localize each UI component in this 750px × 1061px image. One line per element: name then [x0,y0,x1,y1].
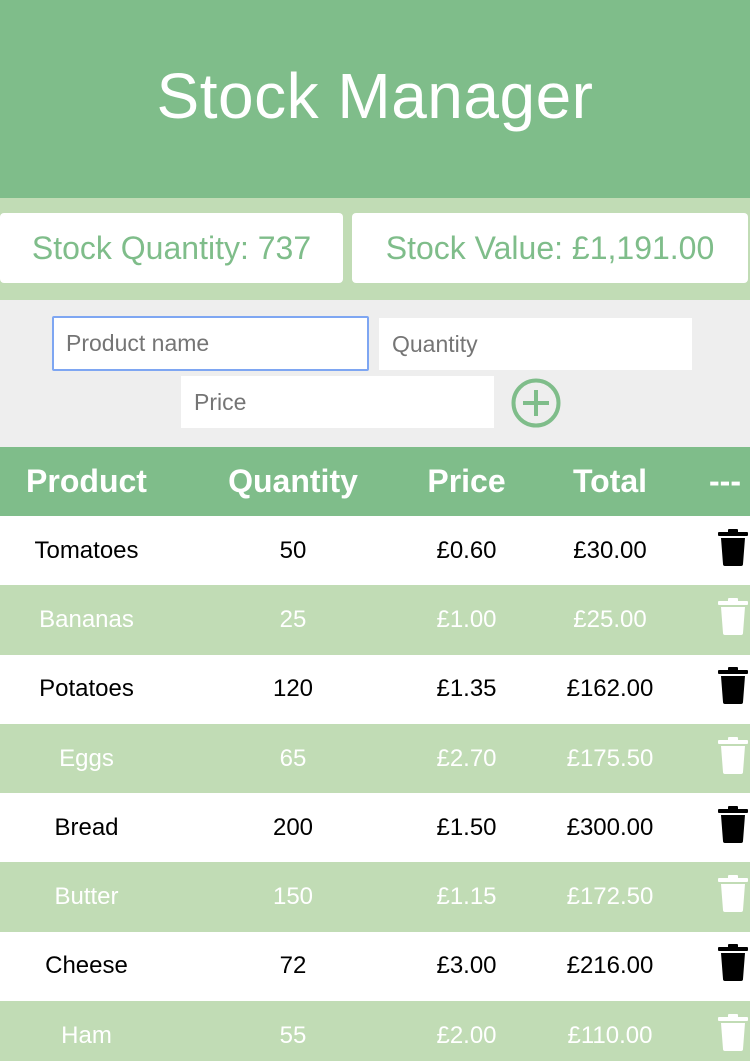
cell-product: Bananas [39,605,134,633]
product-name-input[interactable] [52,316,369,371]
cell-quantity: 55 [279,1021,307,1049]
cell-product: Ham [61,1021,112,1049]
cell-delete [700,793,750,862]
trash-icon[interactable] [718,875,748,919]
column-header-actions: --- [709,463,741,499]
stock-value-card: Stock Value: £1,191.00 [352,213,748,283]
cell-delete [700,516,750,585]
trash-icon[interactable] [718,667,748,711]
trash-icon[interactable] [718,597,748,642]
cell-price: £2.70 [436,744,497,772]
trash-icon[interactable] [718,944,748,988]
cell-price: £2.00 [436,1021,497,1049]
cell-price: £1.35 [436,675,497,703]
table-header-row: Product Quantity Price Total --- [0,447,750,516]
cell-delete [700,932,750,1001]
table-row: Ham 55 £2.00 £110.00 [0,1001,750,1061]
column-header-product: Product [26,463,147,499]
cell-delete [700,655,750,724]
cell-price: £3.00 [436,952,497,980]
add-product-form [0,300,750,447]
trash-icon[interactable] [718,528,748,573]
cell-delete [700,1001,750,1061]
cell-price: £0.60 [436,536,497,564]
table-row: Eggs 65 £2.70 £175.50 [0,723,750,794]
cell-quantity: 200 [272,813,314,841]
table-row: Bananas 25 £1.00 £25.00 [0,585,750,655]
add-product-button[interactable] [511,378,561,428]
table-row: Tomatoes 50 £0.60 £30.00 [0,516,750,586]
table-row: Cheese 72 £3.00 £216.00 [0,931,750,1002]
price-input[interactable] [181,376,494,428]
trash-icon[interactable] [718,736,748,781]
stats-bar: Stock Quantity: 737 Stock Value: £1,191.… [0,198,750,300]
cell-product: Potatoes [39,675,134,703]
cell-quantity: 72 [279,952,307,980]
page-title: Stock Manager [156,60,594,132]
plus-circle-icon [511,378,561,428]
cell-total: £30.00 [573,536,647,564]
cell-quantity: 120 [272,675,314,703]
cell-total: £25.00 [573,605,647,633]
cell-total: £300.00 [566,813,654,841]
column-header-total: Total [572,463,648,499]
cell-product: Cheese [45,952,128,980]
cell-total: £175.50 [566,744,654,772]
quantity-input[interactable] [379,318,692,370]
cell-delete [700,862,750,931]
column-header-quantity: Quantity [228,463,358,499]
table-row: Bread 200 £1.50 £300.00 [0,793,750,863]
cell-quantity: 65 [279,744,307,772]
cell-total: £162.00 [566,675,654,703]
cell-quantity: 150 [272,883,314,911]
column-header-price: Price [427,463,506,499]
cell-quantity: 50 [279,536,307,564]
cell-price: £1.00 [436,605,497,633]
cell-product: Tomatoes [34,536,139,564]
cell-product: Bread [54,813,119,841]
cell-product: Eggs [59,744,114,772]
stock-quantity-card: Stock Quantity: 737 [0,213,343,283]
cell-total: £216.00 [566,952,654,980]
cell-product: Butter [54,883,119,911]
cell-delete [700,724,750,793]
trash-icon[interactable] [718,1013,748,1058]
cell-price: £1.50 [436,813,497,841]
trash-icon[interactable] [718,805,748,850]
table-row: Butter 150 £1.15 £172.50 [0,862,750,932]
cell-quantity: 25 [279,605,307,633]
app-header: Stock Manager [0,0,750,198]
table-row: Potatoes 120 £1.35 £162.00 [0,654,750,724]
cell-total: £172.50 [566,883,654,911]
stock-table: Product Quantity Price Total --- Tomatoe… [0,447,750,1061]
cell-total: £110.00 [567,1021,653,1049]
cell-price: £1.15 [436,883,497,911]
cell-delete [700,585,750,654]
